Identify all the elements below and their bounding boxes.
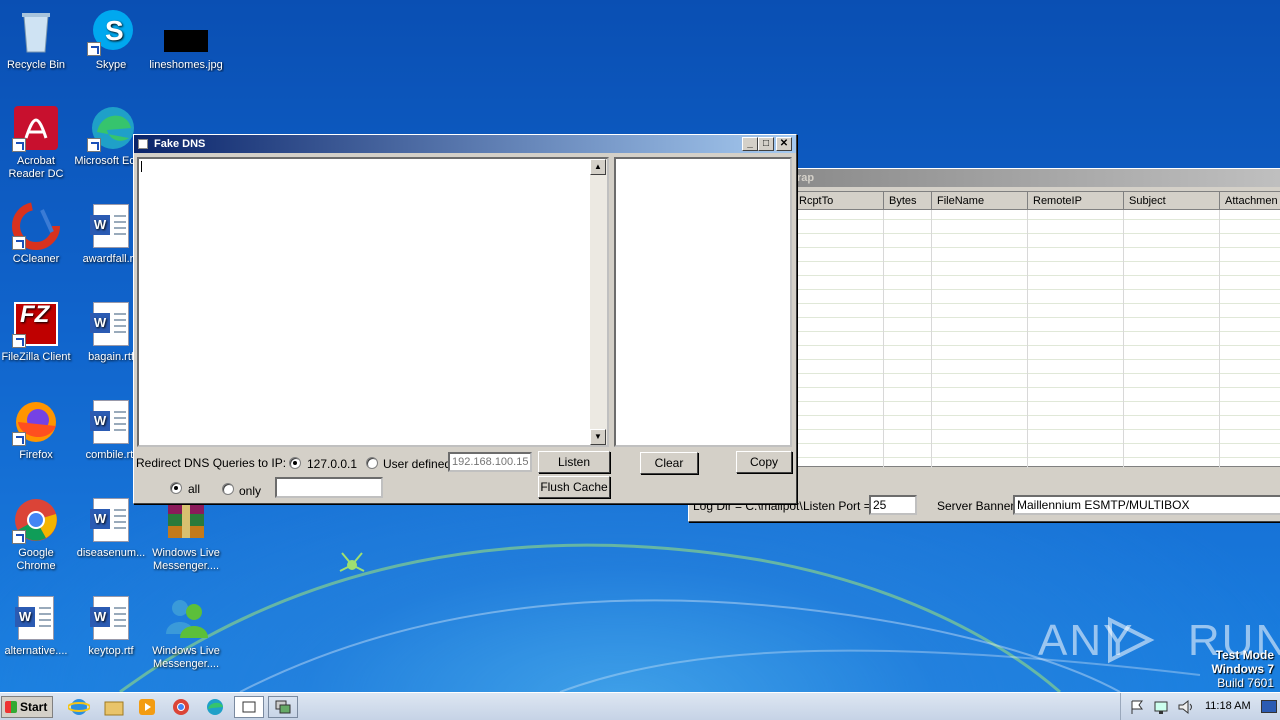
fakedns-window[interactable]: Fake DNS _ □ ✕ ▲ ▼ Redirect DNS Queries … (133, 134, 797, 504)
action-center-flag-icon[interactable] (1127, 697, 1149, 717)
mailpot-taskbar-button[interactable] (268, 696, 298, 718)
column-header-attachment[interactable]: Attachmen (1220, 192, 1280, 210)
recycle-bin-icon (12, 8, 60, 56)
desktop-icon-winrar[interactable]: Windows Live Messenger.... (148, 496, 224, 573)
desktop-icon-messenger[interactable]: Windows Live Messenger.... (148, 594, 224, 671)
server-banner-label: Server Banner (937, 499, 1015, 513)
start-button[interactable]: Start (1, 696, 53, 718)
desktop-icon-firefox[interactable]: Firefox (0, 398, 74, 462)
scroll-down-button[interactable]: ▼ (590, 429, 606, 445)
test-mode-watermark: Test Mode Windows 7 Build 7601 (1211, 648, 1274, 690)
app-icon (138, 139, 148, 149)
desktop-icon-keytop[interactable]: W keytop.rtf (73, 594, 149, 658)
messenger-icon (162, 594, 210, 642)
ie-taskbar-icon[interactable] (67, 697, 91, 717)
word-doc-icon: W (87, 594, 135, 642)
word-doc-icon: W (87, 496, 135, 544)
explorer-taskbar-icon[interactable] (103, 697, 125, 717)
copy-button[interactable]: Copy (736, 451, 792, 473)
radio-user-defined-label: User defined (383, 457, 452, 471)
desktop-icon-diseasenum[interactable]: W diseasenum... (73, 496, 149, 560)
svg-text:S: S (105, 15, 124, 46)
dns-results-list[interactable] (614, 157, 792, 447)
fakedns-taskbar-button[interactable] (234, 696, 264, 718)
radio-all[interactable] (170, 482, 182, 494)
close-button[interactable]: ✕ (776, 137, 792, 151)
desktop-icon-ccleaner[interactable]: CCleaner (0, 202, 74, 266)
mailpot-list[interactable]: RcptTo Bytes FileName RemoteIP Subject A… (793, 191, 1280, 468)
word-doc-icon: W (87, 202, 135, 250)
desktop-icon-skype[interactable]: S Skype (73, 8, 149, 72)
word-doc-icon: W (12, 594, 60, 642)
radio-user-defined[interactable] (366, 457, 378, 469)
desktop-icon-alternative[interactable]: W alternative.... (0, 594, 74, 658)
clear-button[interactable]: Clear (640, 452, 698, 474)
listen-port-input[interactable] (869, 495, 917, 515)
dns-query-log[interactable]: ▲ ▼ (137, 157, 609, 447)
flush-cache-button[interactable]: Flush Cache (538, 476, 610, 498)
column-header-remoteip[interactable]: RemoteIP (1028, 192, 1124, 210)
radio-localhost-label: 127.0.0.1 (307, 457, 358, 471)
volume-icon[interactable] (1175, 697, 1197, 717)
chrome-icon (12, 496, 60, 544)
ccleaner-icon (12, 202, 60, 250)
image-file-icon (162, 8, 210, 56)
column-header-filename[interactable]: FileName (932, 192, 1028, 210)
only-domain-input[interactable] (275, 477, 383, 498)
filezilla-icon: FZ (12, 300, 60, 348)
edge-taskbar-icon[interactable] (204, 697, 226, 717)
user-ip-input[interactable] (448, 452, 532, 472)
media-player-taskbar-icon[interactable] (136, 697, 158, 717)
server-banner-input[interactable] (1013, 495, 1280, 515)
listen-port-label: Listen Port = (803, 499, 871, 513)
chrome-taskbar-icon[interactable] (170, 697, 192, 717)
system-tray: 11:18 AM (1120, 693, 1280, 720)
network-icon[interactable] (1151, 697, 1173, 717)
taskbar: Start 11:18 AM (0, 692, 1280, 720)
fakedns-titlebar[interactable]: Fake DNS _ □ ✕ (134, 135, 796, 153)
show-desktop-button[interactable] (1261, 700, 1277, 713)
listen-button[interactable]: Listen (538, 451, 610, 473)
acrobat-icon (12, 104, 60, 152)
desktop-icon-acrobat[interactable]: Acrobat Reader DC (0, 104, 74, 181)
desktop-icon-recycle-bin[interactable]: Recycle Bin (0, 8, 74, 72)
skype-icon: S (87, 8, 135, 56)
column-header-bytes[interactable]: Bytes (884, 192, 932, 210)
word-doc-icon: W (87, 300, 135, 348)
windows-logo-icon (5, 701, 17, 713)
window-title: Fake DNS (154, 138, 206, 150)
minimize-button[interactable]: _ (742, 137, 758, 151)
radio-only[interactable] (222, 483, 234, 495)
log-scrollbar[interactable]: ▲ ▼ (590, 159, 607, 445)
desktop-icon-chrome[interactable]: Google Chrome (0, 496, 74, 573)
firefox-icon (12, 398, 60, 446)
radio-localhost[interactable] (289, 457, 301, 469)
radio-all-label: all (188, 482, 201, 496)
desktop-icon-filezilla[interactable]: FZ FileZilla Client (0, 300, 74, 364)
edge-icon (87, 104, 135, 152)
redirect-label: Redirect DNS Queries to IP: (136, 456, 287, 470)
radio-only-label: only (239, 484, 262, 498)
desktop-icon-lineshomes[interactable]: lineshomes.jpg (148, 8, 224, 72)
scroll-up-button[interactable]: ▲ (590, 159, 606, 175)
clock[interactable]: 11:18 AM (1205, 700, 1251, 712)
column-header-subject[interactable]: Subject (1124, 192, 1220, 210)
word-doc-icon: W (87, 398, 135, 446)
column-header-rcptto[interactable]: RcptTo (794, 192, 884, 210)
maximize-button[interactable]: □ (758, 137, 774, 151)
